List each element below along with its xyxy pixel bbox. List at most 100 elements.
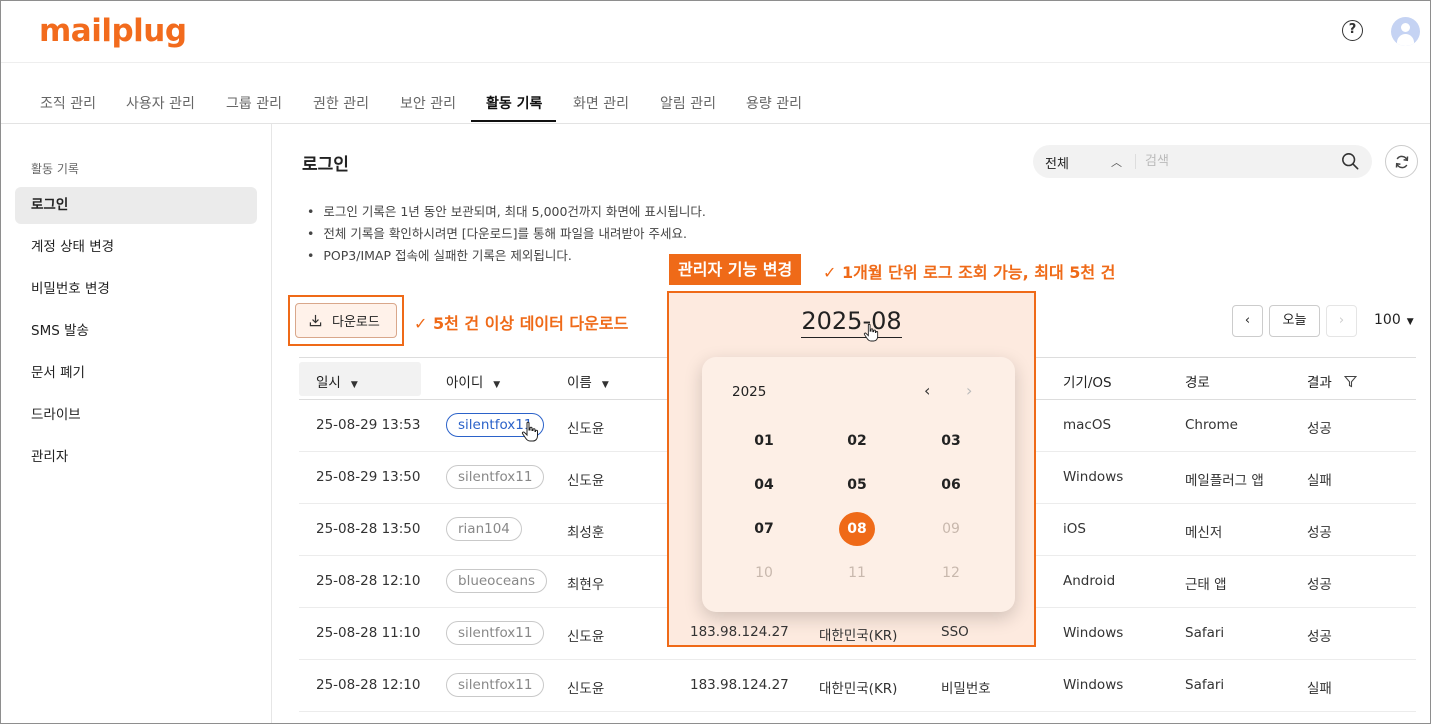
month-06[interactable]: 06 bbox=[933, 468, 969, 502]
caret-down-icon: ▼ bbox=[1406, 317, 1414, 327]
month-picker-highlight: 2025-08 2025 ‹ › 01 02 03 04 05 06 07 08… bbox=[667, 291, 1036, 647]
avatar-body-icon bbox=[1397, 34, 1414, 46]
sidebar-item-drive[interactable]: 드라이브 bbox=[15, 397, 257, 434]
cell-datetime: 25-08-28 11:10 bbox=[316, 625, 421, 641]
refresh-button[interactable] bbox=[1385, 145, 1418, 178]
sidebar-heading: 활동 기록 bbox=[31, 162, 79, 176]
admin-change-annotation: ✓ 1개월 단위 로그 조회 가능, 최대 5천 건 bbox=[823, 263, 1116, 282]
sidebar-item-sms[interactable]: SMS 발송 bbox=[15, 313, 257, 350]
chevron-up-icon[interactable]: ︿ bbox=[1111, 154, 1122, 170]
col-route[interactable]: 경로 bbox=[1185, 371, 1210, 391]
sort-caret-icon: ▼ bbox=[601, 380, 609, 390]
app-window: mailplug ? 조직 관리 사용자 관리 그룹 관리 권한 관리 보안 관… bbox=[0, 0, 1431, 724]
month-11: 11 bbox=[848, 565, 866, 581]
next-page-button[interactable]: › bbox=[1326, 305, 1357, 337]
download-icon bbox=[309, 314, 322, 327]
month-05[interactable]: 05 bbox=[839, 468, 875, 502]
picker-year: 2025 bbox=[732, 384, 767, 400]
cell-device: macOS bbox=[1063, 417, 1112, 433]
col-result-label: 결과 bbox=[1307, 375, 1332, 391]
cell-device: iOS bbox=[1063, 521, 1086, 537]
search-icon[interactable] bbox=[1341, 152, 1359, 170]
cell-name: 신도윤 bbox=[567, 473, 605, 489]
chevron-left-icon[interactable]: ‹ bbox=[924, 381, 930, 400]
tab-permissions[interactable]: 권한 관리 bbox=[313, 93, 369, 113]
prev-page-button[interactable]: ‹ bbox=[1232, 305, 1263, 337]
search-filter: 전체 ︿ bbox=[1033, 145, 1372, 178]
cell-name: 신도윤 bbox=[567, 681, 605, 697]
sidebar-item-account-status[interactable]: 계정 상태 변경 bbox=[15, 229, 257, 266]
hand-cursor-icon bbox=[521, 421, 538, 442]
month-03[interactable]: 03 bbox=[933, 424, 969, 458]
note-item: 전체 기록을 확인하시려면 [다운로드]를 통해 파일을 내려받아 주세요. bbox=[307, 223, 706, 245]
search-input[interactable] bbox=[1145, 150, 1325, 173]
help-icon[interactable]: ? bbox=[1342, 20, 1363, 41]
month-picker-trigger[interactable]: 2025-08 bbox=[669, 307, 1034, 338]
user-id-chip[interactable]: blueoceans bbox=[446, 569, 548, 593]
cell-country: 대한민국(KR) bbox=[819, 681, 898, 697]
user-id-chip[interactable]: silentfox11 bbox=[446, 621, 545, 645]
tab-activity-log[interactable]: 활동 기록 bbox=[486, 93, 542, 113]
cell-route: Chrome bbox=[1185, 417, 1238, 433]
sidebar-item-login[interactable]: 로그인 bbox=[15, 187, 257, 224]
cell-result: 성공 bbox=[1307, 577, 1332, 593]
tab-security[interactable]: 보안 관리 bbox=[400, 93, 456, 113]
cell-datetime: 25-08-29 13:53 bbox=[316, 417, 421, 433]
col-name-label: 이름 bbox=[567, 375, 592, 391]
info-notes: 로그인 기록은 1년 동안 보관되며, 최대 5,000건까지 화면에 표시됩니… bbox=[307, 201, 706, 267]
cell-datetime: 25-08-28 12:10 bbox=[316, 573, 421, 589]
cell-name: 최성훈 bbox=[567, 525, 605, 541]
month-02[interactable]: 02 bbox=[839, 424, 875, 458]
tab-groups[interactable]: 그룹 관리 bbox=[226, 93, 282, 113]
tab-screen[interactable]: 화면 관리 bbox=[573, 93, 629, 113]
cell-method: SSO bbox=[941, 624, 969, 640]
cell-route: Safari bbox=[1185, 625, 1225, 641]
user-id-chip[interactable]: silentfox11 bbox=[446, 465, 545, 489]
month-07[interactable]: 07 bbox=[746, 512, 782, 546]
page-size-value: 100 bbox=[1374, 312, 1401, 328]
month-01[interactable]: 01 bbox=[746, 424, 782, 458]
sidebar-item-admin[interactable]: 관리자 bbox=[15, 439, 257, 476]
tab-storage[interactable]: 용량 관리 bbox=[746, 93, 802, 113]
filter-icon[interactable] bbox=[1343, 375, 1358, 388]
cell-name: 신도윤 bbox=[567, 421, 605, 437]
tab-notifications[interactable]: 알림 관리 bbox=[660, 93, 716, 113]
cell-method: 비밀번호 bbox=[941, 681, 991, 697]
admin-change-tag: 관리자 기능 변경 bbox=[669, 254, 802, 285]
cell-ip: 183.98.124.27 bbox=[690, 624, 789, 640]
cell-route: 근태 앱 bbox=[1185, 577, 1227, 593]
month-04[interactable]: 04 bbox=[746, 468, 782, 502]
cell-route: 메신저 bbox=[1185, 525, 1223, 541]
month-picker-popover: 2025 ‹ › 01 02 03 04 05 06 07 08 09 10 1… bbox=[702, 357, 1015, 612]
col-datetime-label: 일시 bbox=[316, 375, 341, 391]
col-result[interactable]: 결과 bbox=[1307, 371, 1358, 391]
user-id-chip[interactable]: silentfox11 bbox=[446, 673, 545, 697]
tab-organization[interactable]: 조직 관리 bbox=[40, 93, 96, 113]
cell-device: Windows bbox=[1063, 469, 1124, 485]
chevron-right-icon[interactable]: › bbox=[966, 381, 972, 400]
note-item: POP3/IMAP 접속에 실패한 기록은 제외됩니다. bbox=[307, 245, 706, 267]
cell-device: Android bbox=[1063, 573, 1116, 589]
cell-result: 실패 bbox=[1307, 473, 1332, 489]
col-datetime[interactable]: 일시 ▼ bbox=[316, 371, 358, 391]
filter-select[interactable]: 전체 bbox=[1045, 153, 1069, 172]
sidebar-item-document-disposal[interactable]: 문서 폐기 bbox=[15, 355, 257, 392]
mailplug-logo[interactable]: mailplug bbox=[39, 13, 187, 49]
page-size-select[interactable]: 100 ▼ bbox=[1374, 312, 1414, 328]
cell-datetime: 25-08-28 13:50 bbox=[316, 521, 421, 537]
col-device[interactable]: 기기/OS bbox=[1063, 371, 1112, 391]
today-button[interactable]: 오늘 bbox=[1269, 305, 1320, 337]
avatar[interactable] bbox=[1391, 17, 1420, 46]
cell-route: Safari bbox=[1185, 677, 1225, 693]
user-id-chip[interactable]: rian104 bbox=[446, 517, 522, 541]
page-title: 로그인 bbox=[302, 155, 349, 175]
row-divider bbox=[299, 659, 1416, 660]
tab-users[interactable]: 사용자 관리 bbox=[126, 93, 195, 113]
col-id[interactable]: 아이디 ▼ bbox=[446, 371, 500, 391]
cell-result: 실패 bbox=[1307, 681, 1332, 697]
cell-country: 대한민국(KR) bbox=[819, 628, 898, 644]
sidebar-item-password-change[interactable]: 비밀번호 변경 bbox=[15, 271, 257, 308]
hand-cursor-icon bbox=[863, 323, 879, 342]
col-name[interactable]: 이름 ▼ bbox=[567, 371, 609, 391]
month-08-selected[interactable]: 08 bbox=[839, 512, 875, 546]
